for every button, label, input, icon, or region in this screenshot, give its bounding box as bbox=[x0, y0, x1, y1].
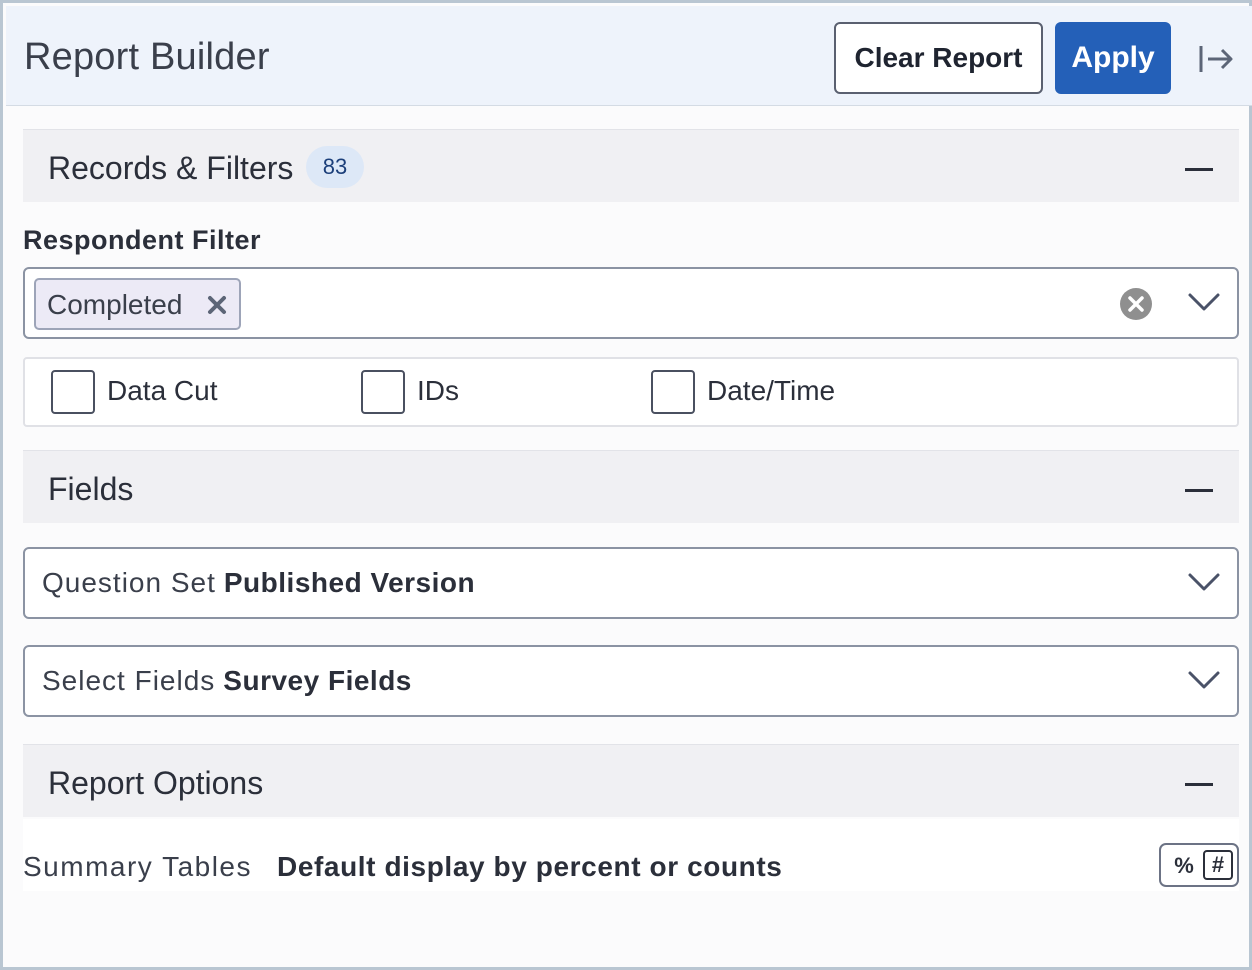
count-option[interactable]: # bbox=[1203, 850, 1233, 880]
select-fields-text: Select Fields Survey Fields bbox=[42, 665, 412, 697]
ids-checkbox[interactable] bbox=[361, 370, 405, 414]
chevron-down-icon[interactable] bbox=[1187, 571, 1221, 593]
summary-tables-prefix: Summary Tables bbox=[23, 851, 253, 882]
panel-header: Report Builder Clear Report Apply bbox=[6, 6, 1252, 106]
percent-option[interactable]: % bbox=[1169, 852, 1199, 880]
question-set-text: Question Set Published Version bbox=[42, 567, 475, 599]
date-time-label: Date/Time bbox=[707, 375, 836, 406]
apply-button[interactable]: Apply bbox=[1055, 22, 1171, 94]
question-set-select[interactable]: Question Set Published Version bbox=[23, 547, 1239, 619]
fields-section-header[interactable]: Fields bbox=[23, 450, 1239, 523]
collapse-minus-icon[interactable] bbox=[1185, 783, 1213, 786]
report-builder-panel: Report Builder Clear Report Apply Record… bbox=[0, 0, 1252, 970]
select-fields-select[interactable]: Select Fields Survey Fields bbox=[23, 645, 1239, 717]
summary-tables-row: Summary Tables Default display by percen… bbox=[23, 819, 1239, 891]
select-fields-prefix: Select Fields bbox=[42, 665, 216, 696]
data-cut-label: Data Cut bbox=[107, 375, 218, 406]
records-filters-section-header[interactable]: Records & Filters 83 bbox=[23, 129, 1239, 202]
chevron-down-icon[interactable] bbox=[1187, 291, 1221, 313]
clear-selection-icon[interactable] bbox=[1119, 287, 1153, 321]
collapse-minus-icon[interactable] bbox=[1185, 168, 1213, 171]
clear-report-button[interactable]: Clear Report bbox=[834, 22, 1043, 94]
data-cut-checkbox[interactable] bbox=[51, 370, 95, 414]
record-options-checkboxes: Data Cut IDs Date/Time bbox=[23, 357, 1239, 427]
records-count-badge: 83 bbox=[306, 146, 364, 188]
collapse-minus-icon[interactable] bbox=[1185, 489, 1213, 492]
filter-chip-completed: Completed bbox=[34, 278, 241, 330]
records-filters-title: Records & Filters bbox=[48, 150, 294, 186]
percent-count-toggle[interactable]: % # bbox=[1159, 843, 1239, 887]
ids-label: IDs bbox=[417, 375, 459, 406]
question-set-prefix: Question Set bbox=[42, 567, 216, 598]
date-time-checkbox[interactable] bbox=[651, 370, 695, 414]
respondent-filter-label: Respondent Filter bbox=[23, 225, 262, 255]
chevron-down-icon[interactable] bbox=[1187, 669, 1221, 691]
fields-title: Fields bbox=[48, 471, 134, 507]
page-title: Report Builder bbox=[24, 36, 270, 78]
question-set-value: Published Version bbox=[223, 567, 476, 598]
report-options-title: Report Options bbox=[48, 765, 264, 801]
respondent-filter-select[interactable]: Completed bbox=[23, 267, 1239, 339]
select-fields-value: Survey Fields bbox=[223, 665, 412, 696]
collapse-panel-icon[interactable] bbox=[1198, 42, 1238, 76]
remove-chip-icon[interactable] bbox=[206, 294, 228, 316]
report-options-section-header[interactable]: Report Options bbox=[23, 744, 1239, 817]
summary-tables-value: Default display by percent or counts bbox=[277, 851, 783, 882]
filter-chip-label: Completed bbox=[47, 289, 183, 320]
